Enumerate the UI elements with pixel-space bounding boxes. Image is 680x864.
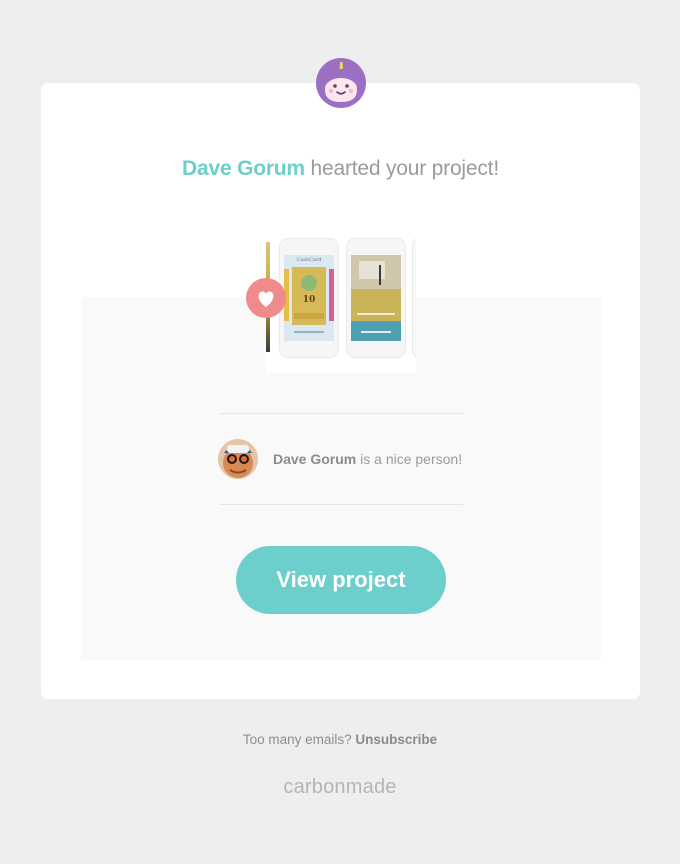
headline-action: hearted your project! — [304, 157, 500, 180]
hearter-note: Dave Gorum is a nice person! — [273, 451, 462, 467]
note-user-name[interactable]: Dave Gorum — [273, 451, 356, 467]
note-text: is a nice person! — [356, 451, 463, 467]
headline-user-name[interactable]: Dave Gorum — [182, 157, 305, 180]
email-page: Dave Gorum hearted your project! CashCar… — [0, 0, 680, 864]
phone-mockup-restaurant — [346, 238, 406, 358]
phone-peek-right — [412, 238, 416, 358]
heart-icon — [258, 291, 274, 307]
phone-app-name: CashCard — [296, 257, 322, 263]
unsubscribe-link[interactable]: Unsubscribe — [355, 732, 437, 747]
carbonmade-logo[interactable]: carbonmade — [0, 776, 680, 799]
phone-screen-restaurant — [351, 255, 401, 341]
project-thumbnail[interactable]: CashCard 10 — [266, 238, 416, 373]
phone-card-number: 10 — [302, 295, 316, 305]
phone-mockup-cashcard: CashCard 10 — [279, 238, 339, 358]
phone-screen-cashcard: CashCard 10 — [284, 255, 334, 341]
heart-badge — [246, 278, 286, 318]
footer: Too many emails? Unsubscribe — [0, 732, 680, 747]
footer-prompt: Too many emails? — [242, 732, 356, 747]
mascot-face-icon — [316, 58, 366, 108]
divider-bottom — [219, 504, 463, 505]
headline: Dave Gorum hearted your project! — [41, 157, 640, 181]
view-project-button[interactable]: View project — [236, 546, 446, 614]
avatar[interactable] — [218, 439, 258, 479]
divider-top — [219, 413, 463, 414]
